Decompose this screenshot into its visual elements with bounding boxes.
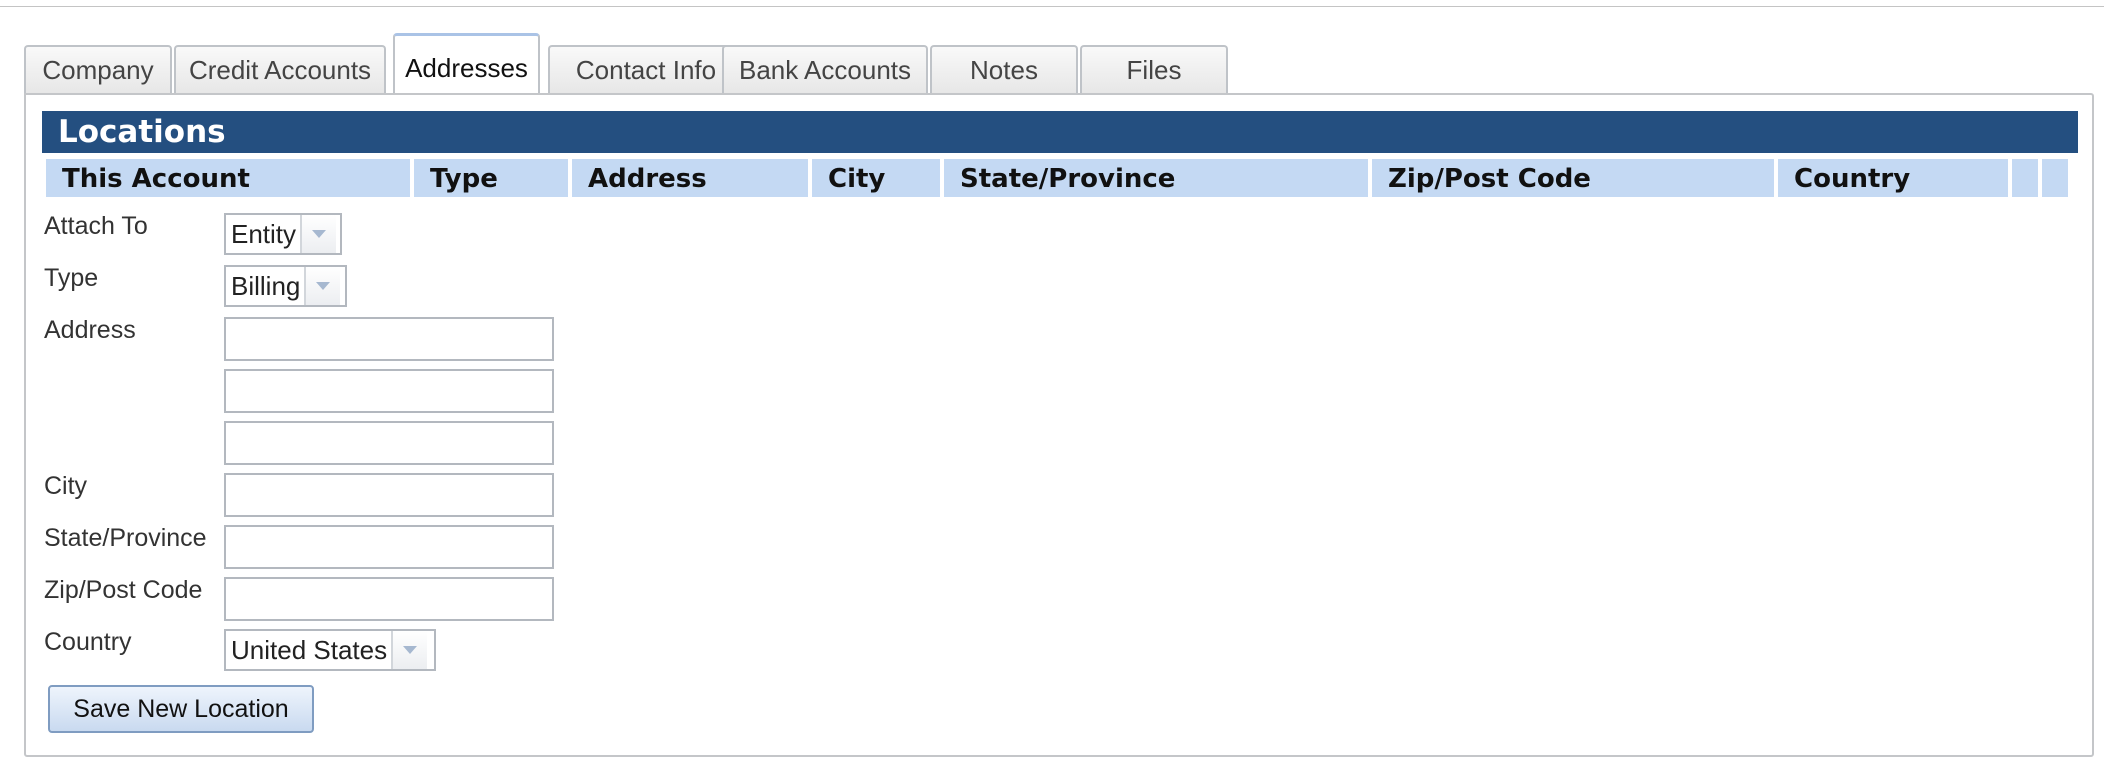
tab-addresses[interactable]: Addresses bbox=[393, 33, 540, 93]
column-header-action-1 bbox=[2012, 159, 2038, 197]
tab-label: Bank Accounts bbox=[739, 54, 911, 85]
zip-post-code-label: Zip/Post Code bbox=[44, 576, 203, 604]
state-province-input[interactable] bbox=[224, 525, 554, 569]
column-header-type: Type bbox=[414, 159, 568, 197]
chevron-down-icon bbox=[300, 215, 337, 253]
type-value: Billing bbox=[231, 271, 301, 301]
tab-credit-accounts[interactable]: Credit Accounts bbox=[174, 45, 386, 93]
address-line2-input[interactable] bbox=[224, 369, 554, 413]
tab-label: Credit Accounts bbox=[188, 54, 372, 85]
tab-contact-info[interactable]: Contact Info bbox=[548, 45, 744, 93]
tab-company[interactable]: Company bbox=[24, 45, 172, 93]
tab-bar: Company Credit Accounts Addresses Contac… bbox=[24, 31, 2088, 93]
state-province-label: State/Province bbox=[44, 524, 207, 552]
column-header-address: Address bbox=[572, 159, 808, 197]
zip-post-code-input[interactable] bbox=[224, 577, 554, 621]
save-new-location-button[interactable]: Save New Location bbox=[48, 685, 314, 733]
attach-to-label: Attach To bbox=[44, 212, 148, 240]
column-header-this-account: This Account bbox=[46, 159, 410, 197]
column-header-zip-post-code: Zip/Post Code bbox=[1372, 159, 1774, 197]
country-value: United States bbox=[231, 635, 388, 665]
column-header-action-2 bbox=[2042, 159, 2068, 197]
address-line1-input[interactable] bbox=[224, 317, 554, 361]
tab-label: Files bbox=[1126, 54, 1182, 85]
city-label: City bbox=[44, 472, 88, 500]
panel-title: Locations bbox=[42, 111, 2078, 153]
addresses-panel: Locations This Account Type Address City… bbox=[24, 93, 2094, 757]
chevron-down-icon bbox=[304, 267, 341, 305]
tab-notes[interactable]: Notes bbox=[930, 45, 1078, 93]
chevron-down-icon bbox=[391, 631, 428, 669]
tab-label: Notes bbox=[970, 54, 1038, 85]
column-header-state-province: State/Province bbox=[944, 159, 1368, 197]
tab-label: Contact Info bbox=[575, 54, 717, 85]
type-label: Type bbox=[44, 264, 99, 292]
address-line3-input[interactable] bbox=[224, 421, 554, 465]
city-input[interactable] bbox=[224, 473, 554, 517]
type-select[interactable]: Billing bbox=[224, 265, 347, 307]
tab-label: Addresses bbox=[405, 53, 528, 83]
attach-to-select[interactable]: Entity bbox=[224, 213, 342, 255]
tab-files[interactable]: Files bbox=[1080, 45, 1228, 93]
window-frame: Company Credit Accounts Addresses Contac… bbox=[0, 6, 2104, 766]
attach-to-value: Entity bbox=[231, 219, 297, 249]
country-label: Country bbox=[44, 628, 132, 656]
country-select[interactable]: United States bbox=[224, 629, 436, 671]
address-label: Address bbox=[44, 316, 136, 344]
tab-label: Company bbox=[42, 54, 154, 85]
column-header-country: Country bbox=[1778, 159, 2008, 197]
column-header-city: City bbox=[812, 159, 940, 197]
tab-bank-accounts[interactable]: Bank Accounts bbox=[722, 45, 928, 93]
